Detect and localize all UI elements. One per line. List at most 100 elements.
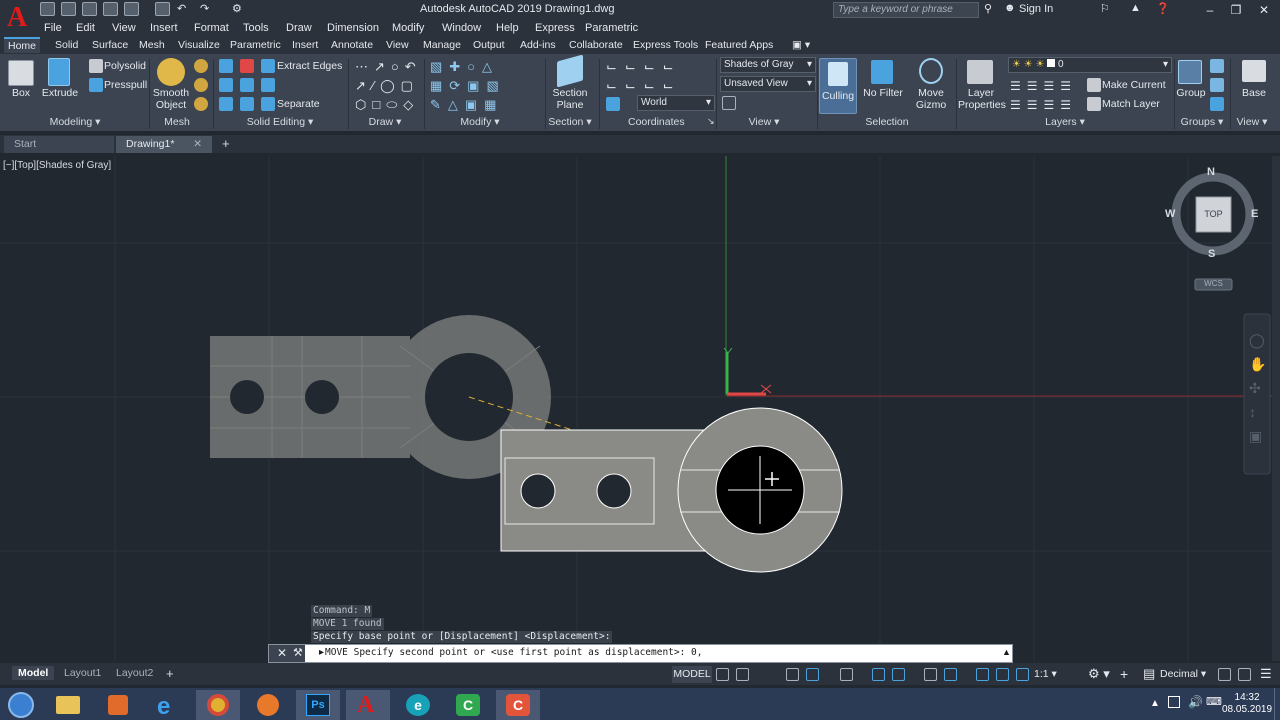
snap-icon[interactable]	[736, 668, 749, 681]
menu-view[interactable]: View	[112, 22, 136, 34]
model-space-button[interactable]: MODEL	[672, 666, 712, 683]
subtract-icon[interactable]	[240, 59, 254, 73]
tab-start[interactable]: Start	[4, 136, 114, 153]
annotation-scale[interactable]: 1:1 ▾	[1034, 668, 1057, 680]
panel-view[interactable]: View ▾	[740, 116, 788, 128]
media-player-taskbar-button[interactable]	[96, 690, 140, 720]
tab-home[interactable]: Home	[4, 37, 41, 53]
units-icon[interactable]: ▤	[1143, 666, 1155, 682]
extrude-button[interactable]: Extrude	[40, 87, 80, 99]
ungroup-icon[interactable]	[1210, 59, 1224, 73]
tray-arrow-icon[interactable]: ▲	[1150, 698, 1160, 709]
menu-insert[interactable]: Insert	[150, 22, 178, 34]
saved-view-combo[interactable]: Unsaved View ▾	[720, 76, 816, 92]
cart-icon[interactable]: ⚐	[1100, 2, 1110, 15]
drawing-viewport[interactable]: [−][Top][Shades of Gray] N S E W TOP WCS…	[0, 156, 1272, 661]
panel-mesh[interactable]: Mesh	[157, 116, 197, 128]
panel-view-2[interactable]: View ▾	[1230, 116, 1274, 128]
layer-properties-icon[interactable]	[967, 60, 993, 84]
layer-properties-button[interactable]: Layer Properties	[958, 87, 1006, 111]
menu-format[interactable]: Format	[194, 22, 229, 34]
tab-add-ins[interactable]: Add-ins	[520, 39, 556, 51]
chrome-taskbar-button[interactable]	[196, 690, 240, 720]
undo-icon[interactable]: ↶	[177, 2, 186, 15]
mesh-tool-icon[interactable]	[194, 97, 208, 111]
panel-section[interactable]: Section ▾	[541, 116, 599, 128]
photoshop-taskbar-button[interactable]: Ps	[296, 690, 340, 720]
tab-annotate[interactable]: Annotate	[331, 39, 373, 51]
solid-edit-icon[interactable]	[240, 78, 254, 92]
solid-edit-icon[interactable]	[240, 97, 254, 111]
menu-help[interactable]: Help	[496, 22, 519, 34]
autocad-logo-icon[interactable]: A	[0, 0, 34, 38]
separate-button[interactable]: Separate	[277, 98, 320, 110]
dynamic-ucs-icon[interactable]	[1016, 668, 1029, 681]
clean-screen-icon[interactable]	[1238, 668, 1251, 681]
ucs-combo[interactable]: World ▾	[637, 95, 715, 111]
grid-icon[interactable]	[716, 668, 729, 681]
panel-solid-editing[interactable]: Solid Editing ▾	[240, 116, 320, 128]
section-plane-button[interactable]: Section Plane	[548, 87, 592, 111]
solid-edit-icon[interactable]	[219, 97, 233, 111]
tab-express-tools[interactable]: Express Tools	[633, 39, 698, 51]
camtasia-green-taskbar-button[interactable]: C	[446, 690, 490, 720]
no-filter-button[interactable]: No Filter	[861, 87, 905, 99]
menu-window[interactable]: Window	[442, 22, 481, 34]
ucs-icon[interactable]	[606, 97, 620, 111]
solid-edit-icon[interactable]	[261, 78, 275, 92]
match-layer-button[interactable]: Match Layer	[1102, 98, 1160, 110]
search-input[interactable]: Type a keyword or phrase	[833, 2, 979, 18]
ie-taskbar-button[interactable]: e	[146, 690, 190, 720]
group-icon[interactable]	[1178, 60, 1202, 84]
quick-properties-icon[interactable]	[1218, 668, 1231, 681]
compass-south[interactable]: S	[1208, 248, 1215, 260]
close-button[interactable]: ✕	[1254, 0, 1274, 20]
panel-modeling[interactable]: Modeling ▾	[40, 116, 110, 128]
menu-parametric[interactable]: Parametric	[585, 22, 638, 34]
osnap-icon[interactable]	[892, 668, 905, 681]
menu-modify[interactable]: Modify	[392, 22, 424, 34]
viewport-config-icon[interactable]	[722, 96, 736, 110]
extract-edges-icon[interactable]	[261, 59, 275, 73]
tab-layout1[interactable]: Layout1	[58, 666, 107, 680]
clock[interactable]: 14:32 08.05.2019	[1222, 692, 1272, 716]
tab-layout2[interactable]: Layout2	[110, 666, 159, 680]
volume-icon[interactable]: 🔊	[1188, 695, 1203, 709]
tab-parametric[interactable]: Parametric	[230, 39, 281, 51]
a360-icon[interactable]: ▲	[1130, 2, 1141, 14]
wrench-icon[interactable]: ⚒	[293, 646, 303, 659]
web-mobile-icon[interactable]	[124, 2, 139, 16]
command-input[interactable]: MOVE Specify second point or <use first …	[325, 647, 703, 658]
panel-modify[interactable]: Modify ▾	[452, 116, 508, 128]
selection-cycling-icon[interactable]	[976, 668, 989, 681]
panel-groups[interactable]: Groups ▾	[1178, 116, 1226, 128]
tab-surface[interactable]: Surface	[92, 39, 128, 51]
camtasia-recorder-taskbar-button[interactable]: C	[496, 690, 540, 720]
save-icon[interactable]	[82, 2, 97, 16]
layer-combo[interactable]: ☀ ☀ ☀ 0 ▾	[1008, 57, 1172, 73]
make-current-button[interactable]: Make Current	[1102, 79, 1166, 91]
ribbon-options-icon[interactable]: ▣ ▾	[792, 39, 810, 51]
tab-visualize[interactable]: Visualize	[178, 39, 220, 51]
add-layout-icon[interactable]: +	[166, 666, 174, 681]
extract-edges-button[interactable]: Extract Edges	[277, 60, 342, 72]
tab-collaborate[interactable]: Collaborate	[569, 39, 623, 51]
network-icon[interactable]	[1168, 696, 1180, 708]
new-tab-icon[interactable]: +	[222, 136, 230, 151]
section-plane-icon[interactable]	[557, 54, 583, 88]
tab-output[interactable]: Output	[473, 39, 505, 51]
help-icon[interactable]: ❓	[1156, 2, 1170, 15]
tab-drawing1[interactable]: Drawing1* ✕	[116, 136, 212, 153]
lineweight-icon[interactable]	[924, 668, 937, 681]
group-edit-icon[interactable]	[1210, 78, 1224, 92]
tab-manage[interactable]: Manage	[423, 39, 461, 51]
viewport-scrollbar[interactable]	[1272, 156, 1280, 661]
explorer-taskbar-button[interactable]	[46, 690, 90, 720]
menu-tools[interactable]: Tools	[243, 22, 269, 34]
make-current-icon[interactable]	[1087, 78, 1101, 92]
menu-edit[interactable]: Edit	[76, 22, 95, 34]
navbar-tools[interactable]: ◯ ✋ ✣ ↕ ▣	[1249, 328, 1266, 448]
print-icon[interactable]	[155, 2, 170, 16]
tab-solid[interactable]: Solid	[55, 39, 78, 51]
close-icon[interactable]: ✕	[193, 138, 202, 150]
